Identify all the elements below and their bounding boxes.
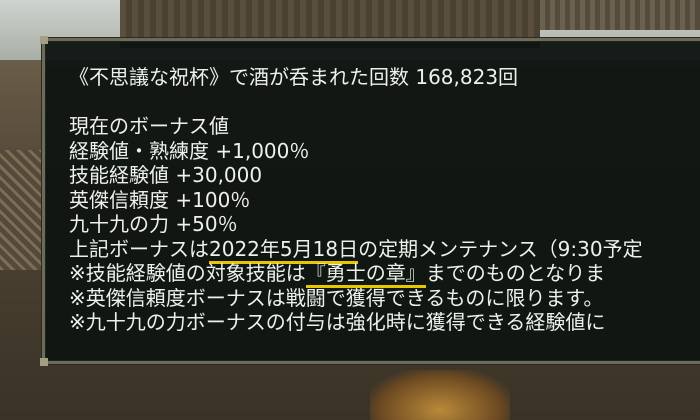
drink-count-line: 《不思議な祝杯》で酒が呑まれた回数 168,823回 <box>69 65 519 89</box>
maintenance-date: 2022年5月18日 <box>209 236 359 264</box>
note-maintenance-prefix: 上記ボーナスは <box>69 236 209 261</box>
bonus-trust: 英傑信頼度 +100％ <box>69 187 251 212</box>
note-tsukumo: ※九十九の力ボーナスの付与は強化時に獲得できる経験値に <box>69 310 606 334</box>
panel-corner-ornament <box>40 36 48 44</box>
note-skill-suffix: までのものとなりま <box>425 261 606 285</box>
lattice-window <box>0 150 44 270</box>
message-text: 《不思議な祝杯》で酒が呑まれた回数 168,823回 現在のボーナス値 経験値・… <box>69 65 700 335</box>
bonus-tsukumo: 九十九の力 +50％ <box>69 212 238 236</box>
panel-corner-ornament <box>40 358 48 366</box>
bonus-message-panel: 《不思議な祝杯》で酒が呑まれた回数 168,823回 現在のボーナス値 経験値・… <box>40 36 700 366</box>
note-maintenance: 上記ボーナスは2022年5月18日の定期メンテナンス（9:30予定 <box>69 236 700 264</box>
character-figure <box>370 370 510 420</box>
bonus-heading: 現在のボーナス値 <box>69 114 229 138</box>
side-roof <box>540 0 700 30</box>
bonus-skill-exp: 技能経験値 +30,000 <box>69 163 263 187</box>
note-maintenance-suffix: の定期メンテナンス（9:30予定 <box>358 236 643 261</box>
skill-chapter-name: 『勇士の章』 <box>305 261 426 288</box>
bonus-exp: 経験値・熟練度 +1,000％ <box>69 138 310 163</box>
note-trust: ※英傑信頼度ボーナスは戦闘で獲得できるものに限ります。 <box>69 285 604 310</box>
note-skill-target: ※技能経験値の対象技能は『勇士の章』までのものとなりま <box>69 261 700 288</box>
note-skill-prefix: ※技能経験値の対象技能は <box>69 261 306 285</box>
